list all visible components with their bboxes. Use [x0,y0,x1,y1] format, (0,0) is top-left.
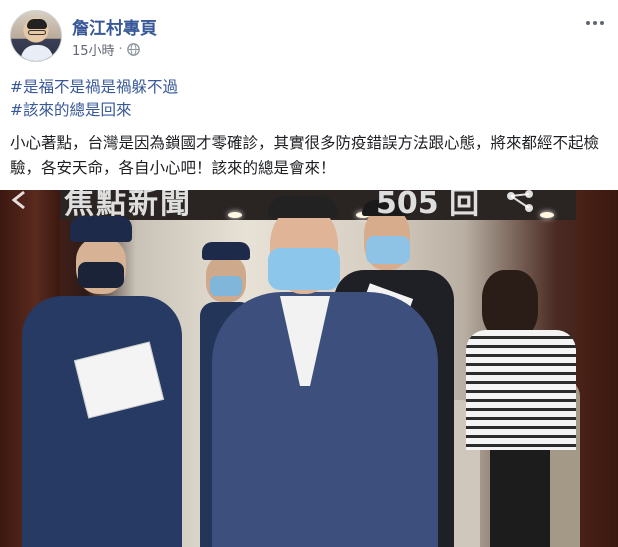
news-overlay-count: 505 回 [376,190,480,221]
police-officer-figure [22,210,182,547]
main-man-figure [212,196,438,547]
facebook-post: 詹江村專頁 15小時 · #是福不是禍是禍躲不過 #該來的總是回來 小心著點，台… [0,0,618,547]
arrow-left-icon [11,190,25,210]
post-timestamp[interactable]: 15小時 [72,40,115,59]
hashtag-list: #是福不是禍是禍躲不過 #該來的總是回來 [10,76,178,122]
man-suit [212,292,438,547]
avatar-hair [27,19,47,29]
man-hair [268,196,338,218]
woman-striped-top [466,330,576,450]
news-overlay-title: 焦點新聞 [64,190,192,221]
post-header: 詹江村專頁 15小時 · [10,10,608,62]
post-body-text: 小心著點，台灣是因為鎖國才零確診，其實很多防疫錯誤方法跟心態，將來都經不起檢驗，… [10,134,600,177]
avatar[interactable] [10,10,62,62]
page-name-link[interactable]: 詹江村專頁 [72,14,157,39]
avatar-shirt [21,45,53,61]
officer-mask [78,262,124,288]
more-dot [586,21,590,25]
post-photo[interactable]: 焦點新聞 505 回 [0,190,618,547]
more-dot [600,21,604,25]
share-icon [507,190,533,212]
woman-figure [460,270,576,547]
officer-uniform [22,296,182,547]
ceiling-light [540,212,554,218]
woman-pants [490,450,550,547]
hashtag-link[interactable]: #該來的總是回來 [10,99,178,122]
post-meta: 15小時 · [72,40,140,59]
more-options-icon[interactable] [584,16,606,30]
hashtag-link[interactable]: #是福不是禍是禍躲不過 [10,76,178,99]
globe-icon[interactable] [126,43,140,56]
avatar-glasses [28,30,46,35]
man-mask [268,248,340,290]
meta-separator: · [118,42,123,57]
more-dot [593,21,597,25]
photo-door-right [576,190,618,547]
